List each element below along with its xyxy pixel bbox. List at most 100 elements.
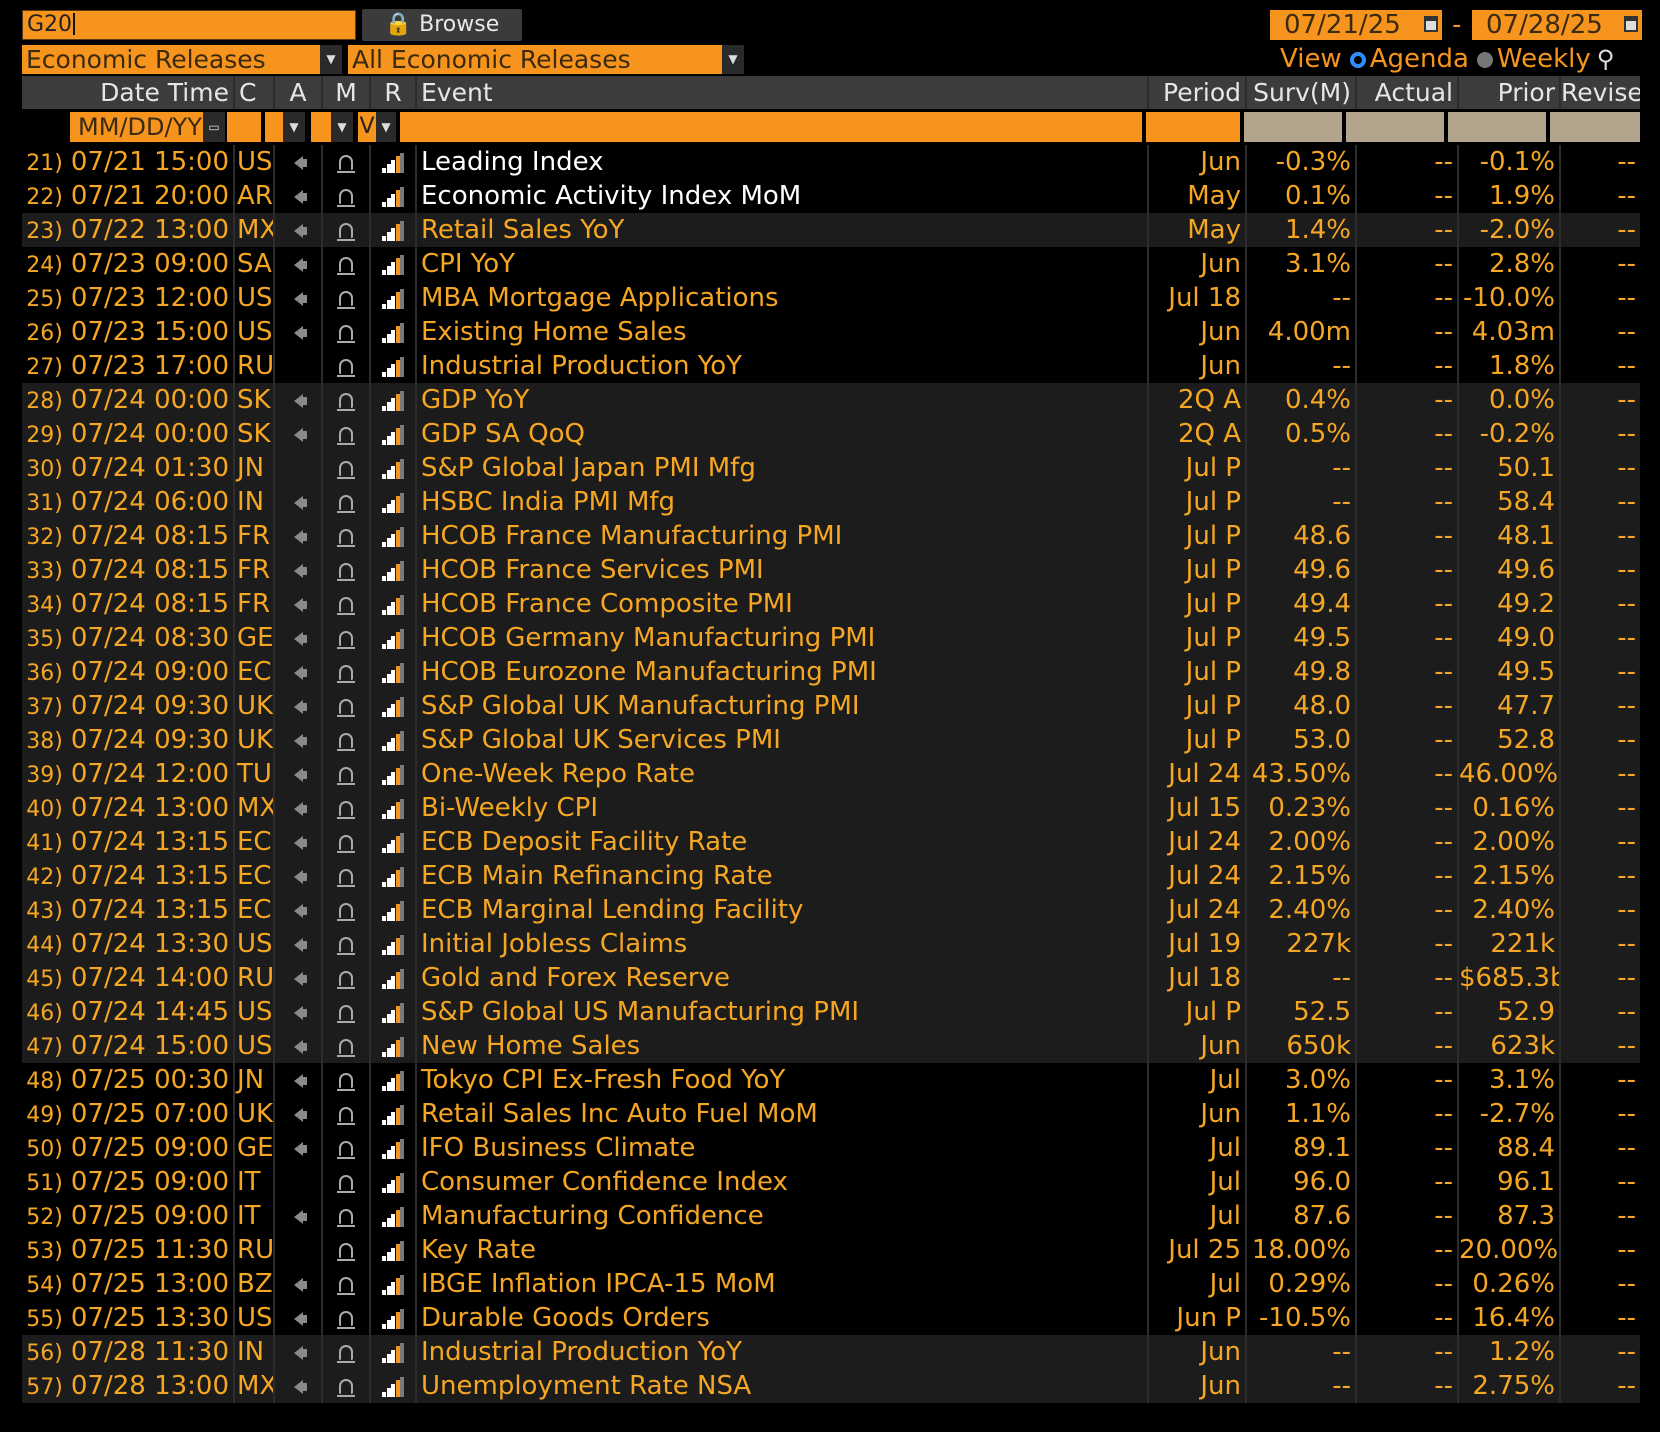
col-revised[interactable]: Revised (1561, 76, 1640, 109)
row-number[interactable]: 24) (26, 253, 63, 278)
bell-icon[interactable] (337, 291, 355, 309)
row-event[interactable]: HSBC India PMI Mfg (417, 485, 1149, 519)
row-number[interactable]: 39) (26, 763, 63, 788)
bell-icon[interactable] (337, 155, 355, 173)
row-event[interactable]: Consumer Confidence Index (417, 1165, 1149, 1199)
row-event[interactable]: Gold and Forex Reserve (417, 961, 1149, 995)
col-prior[interactable]: Prior (1459, 76, 1561, 109)
speaker-icon[interactable] (293, 257, 307, 272)
row-number[interactable]: 54) (26, 1273, 63, 1298)
bell-icon[interactable] (337, 1277, 355, 1295)
row-number[interactable]: 30) (26, 457, 63, 482)
chevron-down-icon[interactable]: ▼ (283, 112, 305, 142)
bell-icon[interactable] (337, 223, 355, 241)
bell-icon[interactable] (337, 937, 355, 955)
bell-icon[interactable] (337, 1039, 355, 1057)
speaker-icon[interactable] (293, 563, 307, 578)
speaker-icon[interactable] (293, 1345, 307, 1360)
bell-icon[interactable] (337, 1107, 355, 1125)
table-row[interactable]: 44) 07/24 13:30 US Initial Jobless Claims Ju… (22, 927, 1640, 961)
col-monitor[interactable]: M (323, 76, 371, 109)
row-number[interactable]: 32) (26, 525, 63, 550)
table-row[interactable]: 54) 07/25 13:00 BZ IBGE Inflation IPCA-15 M… (22, 1267, 1640, 1301)
bell-icon[interactable] (337, 427, 355, 445)
col-relevance[interactable]: R (371, 76, 417, 109)
bell-icon[interactable] (337, 801, 355, 819)
table-row[interactable]: 24) 07/23 09:00 SA CPI YoY Jun 3.1% -- 2.8% -- (22, 247, 1640, 281)
speaker-icon[interactable] (293, 1379, 307, 1394)
speaker-icon[interactable] (293, 189, 307, 204)
event-filter-input[interactable] (400, 112, 1142, 142)
row-event[interactable]: New Home Sales (417, 1029, 1149, 1063)
table-row[interactable]: 52) 07/25 09:00 IT Manufacturing Confidence… (22, 1199, 1640, 1233)
speaker-icon[interactable] (293, 155, 307, 170)
relevance-filter[interactable]: V (358, 112, 376, 142)
alert-filter[interactable] (265, 112, 283, 142)
row-number[interactable]: 40) (26, 797, 63, 822)
table-row[interactable]: 25) 07/23 12:00 US MBA Mortgage Application… (22, 281, 1640, 315)
table-row[interactable]: 57) 07/28 13:00 MX Unemployment Rate NSA Jun… (22, 1369, 1640, 1403)
source-dropdown[interactable]: Economic Releases ▼ (22, 45, 342, 74)
row-number[interactable]: 34) (26, 593, 63, 618)
row-number[interactable]: 23) (26, 219, 63, 244)
bell-icon[interactable] (337, 597, 355, 615)
row-number[interactable]: 52) (26, 1205, 63, 1230)
calendar-icon[interactable] (1624, 16, 1638, 32)
table-row[interactable]: 39) 07/24 12:00 TU One-Week Repo Rate Jul 24… (22, 757, 1640, 791)
speaker-icon[interactable] (293, 1141, 307, 1156)
speaker-icon[interactable] (293, 597, 307, 612)
row-number[interactable]: 38) (26, 729, 63, 754)
row-event[interactable]: HCOB France Services PMI (417, 553, 1149, 587)
row-number[interactable]: 26) (26, 321, 63, 346)
table-row[interactable]: 55) 07/25 13:30 US Durable Goods Orders Jun … (22, 1301, 1640, 1335)
table-row[interactable]: 51) 07/25 09:00 IT Consumer Confidence Inde… (22, 1165, 1640, 1199)
speaker-icon[interactable] (293, 1209, 307, 1224)
table-row[interactable]: 36) 07/24 09:00 EC HCOB Eurozone Manufactur… (22, 655, 1640, 689)
row-number[interactable]: 33) (26, 559, 63, 584)
chevron-down-icon[interactable]: ▼ (722, 45, 744, 74)
table-row[interactable]: 37) 07/24 09:30 UK S&P Global UK Manufactur… (22, 689, 1640, 723)
row-event[interactable]: Tokyo CPI Ex-Fresh Food YoY (417, 1063, 1149, 1097)
row-event[interactable]: CPI YoY (417, 247, 1149, 281)
row-number[interactable]: 49) (26, 1103, 63, 1128)
bell-icon[interactable] (337, 359, 355, 377)
start-date-field[interactable]: 07/21/25 (1270, 10, 1442, 40)
agenda-label[interactable]: Agenda (1370, 44, 1469, 74)
bell-icon[interactable] (337, 257, 355, 275)
bell-icon[interactable] (337, 529, 355, 547)
end-date-field[interactable]: 07/28/25 (1472, 10, 1642, 40)
bell-icon[interactable] (337, 1175, 355, 1193)
agenda-radio[interactable] (1349, 52, 1366, 68)
bell-icon[interactable] (337, 971, 355, 989)
calendar-icon[interactable] (1424, 16, 1438, 32)
table-row[interactable]: 30) 07/24 01:30 JN S&P Global Japan PMI Mfg… (22, 451, 1640, 485)
row-event[interactable]: ECB Deposit Facility Rate (417, 825, 1149, 859)
release-type-dropdown[interactable]: All Economic Releases ▼ (348, 45, 744, 74)
row-event[interactable]: S&P Global UK Manufacturing PMI (417, 689, 1149, 723)
bell-icon[interactable] (337, 1141, 355, 1159)
table-row[interactable]: 42) 07/24 13:15 EC ECB Main Refinancing Rat… (22, 859, 1640, 893)
row-number[interactable]: 25) (26, 287, 63, 312)
row-event[interactable]: Leading Index (417, 145, 1149, 179)
row-event[interactable]: Retail Sales Inc Auto Fuel MoM (417, 1097, 1149, 1131)
speaker-icon[interactable] (293, 869, 307, 884)
table-row[interactable]: 46) 07/24 14:45 US S&P Global US Manufactur… (22, 995, 1640, 1029)
col-country[interactable]: C (235, 76, 275, 109)
date-filter-input[interactable]: MM/DD/YY (70, 112, 225, 142)
row-event[interactable]: Initial Jobless Claims (417, 927, 1149, 961)
col-alert[interactable]: A (275, 76, 323, 109)
speaker-icon[interactable] (293, 1073, 307, 1088)
row-number[interactable]: 57) (26, 1375, 63, 1400)
bell-icon[interactable] (337, 631, 355, 649)
row-event[interactable]: Economic Activity Index MoM (417, 179, 1149, 213)
table-row[interactable]: 38) 07/24 09:30 UK S&P Global UK Services P… (22, 723, 1640, 757)
row-event[interactable]: GDP SA QoQ (417, 417, 1149, 451)
bell-icon[interactable] (337, 1243, 355, 1261)
row-event[interactable]: Retail Sales YoY (417, 213, 1149, 247)
bell-icon[interactable] (337, 767, 355, 785)
row-number[interactable]: 22) (26, 185, 63, 210)
speaker-icon[interactable] (293, 631, 307, 646)
row-number[interactable]: 53) (26, 1239, 63, 1264)
bell-icon[interactable] (337, 835, 355, 853)
bell-icon[interactable] (337, 699, 355, 717)
